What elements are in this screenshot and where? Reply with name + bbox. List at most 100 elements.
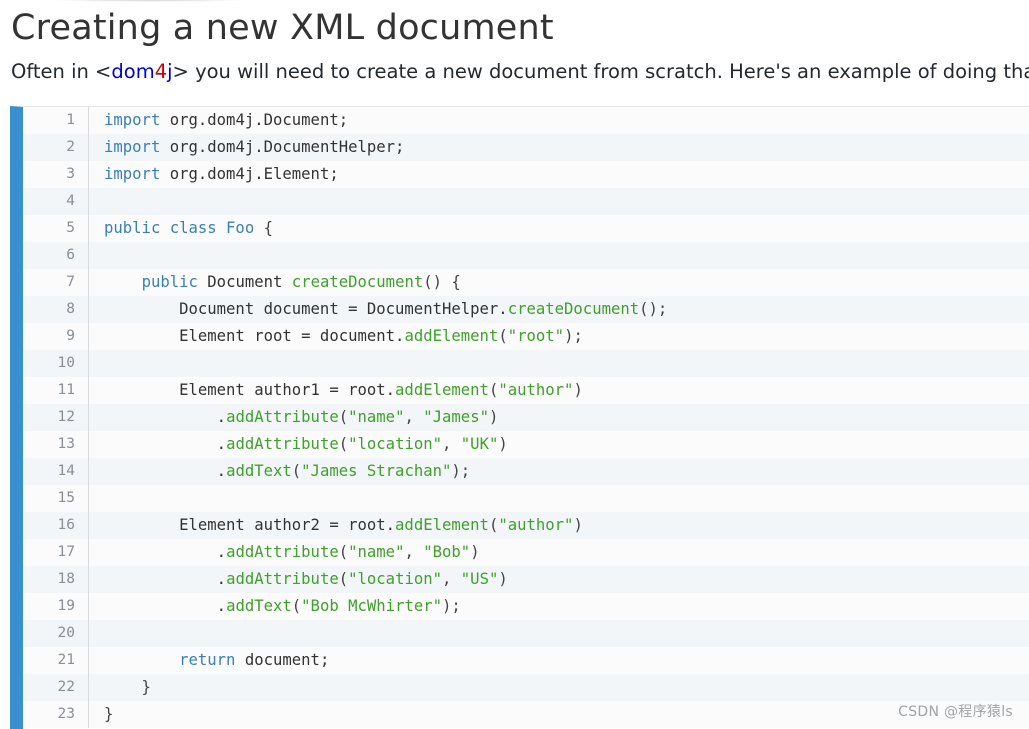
- code-token: );: [564, 327, 583, 345]
- code-line: 18 .addAttribute("location", "US"): [23, 566, 1029, 593]
- code-token: .: [104, 543, 227, 561]
- code-token: addText: [226, 462, 292, 480]
- code-line: 20: [23, 620, 1029, 647]
- code-line: 3 import org.dom4j.Element;: [23, 161, 1029, 188]
- code-text: .addAttribute("name", "Bob"): [89, 539, 480, 566]
- code-token: (: [338, 435, 349, 453]
- code-token: org.dom4j.Element;: [160, 165, 339, 183]
- code-text: }: [89, 701, 113, 728]
- code-token: org.dom4j.DocumentHelper;: [160, 138, 405, 156]
- code-token: );: [442, 597, 461, 615]
- line-number: 13: [23, 431, 89, 458]
- line-number: 22: [23, 674, 89, 701]
- code-token: .: [104, 462, 227, 480]
- code-line: 1 import org.dom4j.Document;: [23, 107, 1029, 134]
- line-number: 3: [23, 161, 89, 188]
- code-token: "UK": [460, 435, 499, 453]
- code-text: public Document createDocument() {: [89, 269, 461, 296]
- intro-paragraph: Often in <dom4j> you will need to create…: [11, 58, 1029, 86]
- code-token: "location": [348, 570, 443, 588]
- code-line: 14 .addText("James Strachan");: [23, 458, 1029, 485]
- line-number: 17: [23, 539, 89, 566]
- code-token: createDocument: [291, 273, 424, 291]
- code-token: "Bob": [423, 543, 471, 561]
- code-token: .: [104, 570, 227, 588]
- code-token: org.dom4j.Document;: [160, 111, 349, 129]
- code-token: (: [338, 408, 349, 426]
- code-line: 4: [23, 188, 1029, 215]
- code-token: (: [291, 597, 302, 615]
- code-token: "name": [348, 408, 405, 426]
- code-line: 21 return document;: [23, 647, 1029, 674]
- line-number: 6: [23, 242, 89, 269]
- code-token: Document: [197, 273, 292, 291]
- code-token: {: [254, 219, 273, 237]
- code-token: ,: [442, 570, 461, 588]
- line-number: 1: [23, 107, 89, 134]
- code-token: .: [104, 597, 227, 615]
- brand-4-text: 4: [154, 60, 168, 83]
- line-number: 11: [23, 377, 89, 404]
- code-token: ): [573, 516, 583, 534]
- code-token: );: [451, 462, 471, 480]
- code-line: 23}: [23, 701, 1029, 728]
- code-text: Element root = document.addElement("root…: [89, 323, 583, 350]
- code-line: 15: [23, 485, 1029, 512]
- code-token: document;: [235, 651, 330, 669]
- code-token: (: [488, 381, 499, 399]
- code-text: Element author2 = root.addElement("autho…: [89, 512, 583, 539]
- code-line: 17 .addAttribute("name", "Bob"): [23, 539, 1029, 566]
- code-token: "author": [498, 381, 574, 399]
- code-token: addAttribute: [226, 570, 339, 588]
- line-number: 23: [23, 701, 89, 728]
- code-block[interactable]: 1 import org.dom4j.Document; 2 import org.d…: [10, 106, 1029, 729]
- code-text: Document document = DocumentHelper.creat…: [89, 296, 667, 323]
- code-token: (: [498, 327, 508, 345]
- code-token: ): [488, 408, 499, 426]
- code-token: return: [179, 651, 236, 669]
- code-token: addAttribute: [226, 435, 339, 453]
- line-number: 14: [23, 458, 89, 485]
- line-number: 4: [23, 188, 89, 215]
- code-text: Element author1 = root.addElement("autho…: [89, 377, 583, 404]
- line-number: 12: [23, 404, 89, 431]
- code-token: "James": [423, 408, 489, 426]
- code-token: ): [498, 435, 508, 453]
- code-text: .addText("Bob McWhirter");: [89, 593, 461, 620]
- code-text: return document;: [89, 647, 329, 674]
- code-token: public: [141, 273, 198, 291]
- line-number: 2: [23, 134, 89, 161]
- code-text: .addText("James Strachan");: [89, 458, 471, 485]
- code-text: import org.dom4j.Element;: [89, 161, 339, 188]
- code-text: import org.dom4j.DocumentHelper;: [89, 134, 404, 161]
- code-text: .addAttribute("location", "UK"): [89, 431, 508, 458]
- code-token: "name": [348, 543, 405, 561]
- code-text: public class Foo {: [89, 215, 273, 242]
- brand-dom-text: dom: [111, 60, 155, 83]
- code-token: "US": [460, 570, 499, 588]
- code-token: Element author1 = root.: [104, 381, 396, 399]
- code-line: 12 .addAttribute("name", "James"): [23, 404, 1029, 431]
- code-token: "root": [507, 327, 565, 345]
- code-token: createDocument: [507, 300, 640, 318]
- intro-text-after: > you will need to create a new document…: [172, 60, 1029, 83]
- line-number: 8: [23, 296, 89, 323]
- code-token: addAttribute: [226, 408, 339, 426]
- line-number: 21: [23, 647, 89, 674]
- line-number: 20: [23, 620, 89, 647]
- code-token: ): [498, 570, 508, 588]
- code-line: 8 Document document = DocumentHelper.cre…: [23, 296, 1029, 323]
- line-number: 19: [23, 593, 89, 620]
- code-line: 19 .addText("Bob McWhirter");: [23, 593, 1029, 620]
- code-token: () {: [423, 273, 461, 291]
- code-token: .: [104, 435, 227, 453]
- code-token: import: [104, 165, 161, 183]
- code-text: }: [89, 674, 151, 701]
- code-token: "location": [348, 435, 443, 453]
- code-line: 22 }: [23, 674, 1029, 701]
